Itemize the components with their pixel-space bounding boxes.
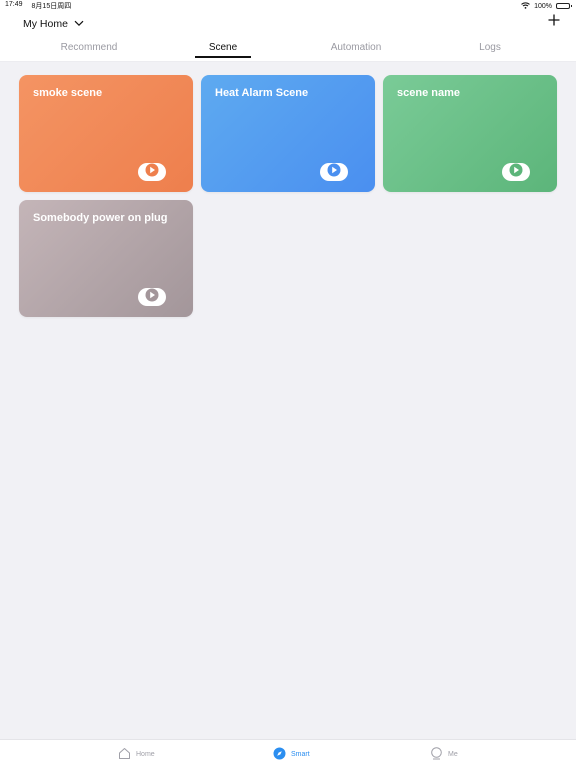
status-bar: 17:49 8月15日周四 100% bbox=[0, 0, 576, 12]
status-time: 17:49 bbox=[5, 1, 23, 8]
header-divider bbox=[0, 61, 576, 62]
home-selector[interactable]: My Home bbox=[23, 17, 84, 31]
nav-smart-label: Smart bbox=[291, 751, 310, 758]
tab-recommend[interactable]: Recommend bbox=[61, 42, 118, 53]
nav-home-label: Home bbox=[136, 751, 155, 758]
header: My Home Recommend Scene Automation Logs bbox=[0, 12, 576, 62]
plus-icon bbox=[548, 13, 560, 31]
nav-me-label: Me bbox=[448, 751, 458, 758]
scene-card-power-on-plug[interactable]: Somebody power on plug bbox=[19, 200, 193, 317]
scene-title: Somebody power on plug bbox=[33, 212, 168, 224]
play-icon bbox=[145, 288, 159, 307]
run-scene-button[interactable] bbox=[138, 163, 166, 181]
battery-icon bbox=[556, 3, 572, 9]
battery-percent: 100% bbox=[534, 2, 552, 10]
tab-scene[interactable]: Scene bbox=[209, 42, 237, 53]
scene-title: Heat Alarm Scene bbox=[215, 87, 309, 99]
nav-home[interactable]: Home bbox=[118, 747, 155, 762]
play-icon bbox=[509, 163, 523, 182]
house-icon bbox=[118, 747, 131, 762]
tab-automation[interactable]: Automation bbox=[331, 42, 382, 53]
scene-title: smoke scene bbox=[33, 87, 103, 99]
tab-logs[interactable]: Logs bbox=[479, 42, 501, 53]
scene-card-smoke[interactable]: smoke scene bbox=[19, 75, 193, 192]
status-date: 8月15日周四 bbox=[31, 3, 72, 10]
scene-title: scene name bbox=[397, 87, 460, 99]
run-scene-button[interactable] bbox=[138, 288, 166, 306]
play-icon bbox=[327, 163, 341, 182]
home-name: My Home bbox=[23, 18, 68, 30]
person-icon bbox=[430, 747, 443, 762]
compass-icon bbox=[273, 747, 286, 762]
bottom-nav: Home Smart Me bbox=[0, 739, 576, 768]
run-scene-button[interactable] bbox=[502, 163, 530, 181]
wifi-icon bbox=[521, 1, 530, 11]
nav-me[interactable]: Me bbox=[430, 747, 458, 762]
scene-card-heat-alarm[interactable]: Heat Alarm Scene bbox=[201, 75, 375, 192]
active-tab-indicator bbox=[195, 56, 251, 58]
play-icon bbox=[145, 163, 159, 182]
run-scene-button[interactable] bbox=[320, 163, 348, 181]
scene-card-scene-name[interactable]: scene name bbox=[383, 75, 557, 192]
nav-smart[interactable]: Smart bbox=[273, 747, 310, 762]
add-button[interactable] bbox=[546, 14, 562, 30]
tab-strip: Recommend Scene Automation Logs bbox=[0, 40, 576, 60]
chevron-down-icon bbox=[74, 18, 84, 30]
